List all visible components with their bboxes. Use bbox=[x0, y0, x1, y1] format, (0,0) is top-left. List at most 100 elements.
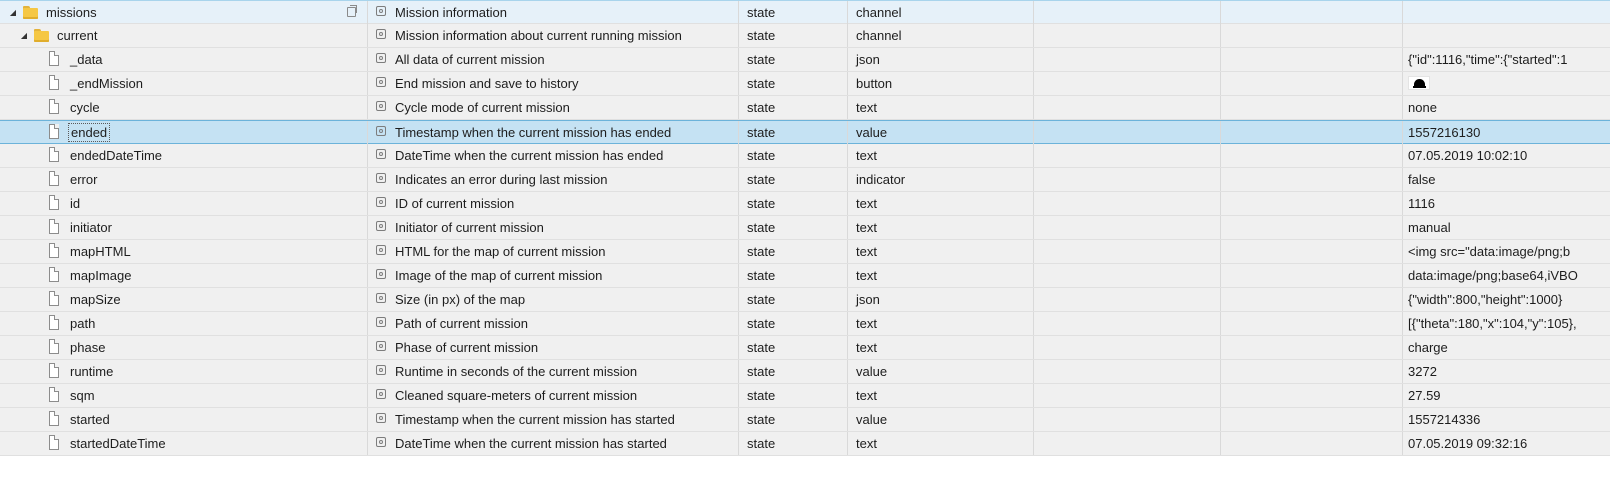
type-cell: state bbox=[739, 121, 848, 144]
info-icon bbox=[376, 293, 386, 303]
type-cell: state bbox=[739, 432, 848, 455]
name-cell: runtime bbox=[0, 360, 368, 383]
tree-row[interactable]: _data All data of current mission state jso… bbox=[0, 48, 1610, 72]
value-text: data:image/png;base64,iVBO bbox=[1408, 268, 1578, 283]
name-cell: initiator bbox=[0, 216, 368, 239]
name-cell: ended bbox=[0, 121, 368, 144]
tree-row[interactable]: phase Phase of current mission state text ch… bbox=[0, 336, 1610, 360]
type-cell: state bbox=[739, 312, 848, 335]
info-icon bbox=[376, 126, 386, 136]
value-text: {"width":800,"height":1000} bbox=[1408, 292, 1563, 307]
description-text: Phase of current mission bbox=[395, 340, 539, 355]
value-text: manual bbox=[1408, 220, 1451, 235]
tree-row[interactable]: _endMission End mission and save to histo… bbox=[0, 72, 1610, 96]
value-text: [{"theta":180,"x":104,"y":105}, bbox=[1408, 316, 1577, 331]
name-cell: mapImage bbox=[0, 264, 368, 287]
tree-row[interactable]: runtime Runtime in seconds of the current… bbox=[0, 360, 1610, 384]
room-cell bbox=[1034, 192, 1221, 215]
file-icon bbox=[49, 387, 59, 402]
room-cell bbox=[1034, 384, 1221, 407]
role-cell: channel bbox=[848, 24, 1034, 47]
tree-row[interactable]: ended Timestamp when the current mission … bbox=[0, 120, 1610, 144]
value-text: charge bbox=[1408, 340, 1448, 355]
function-cell bbox=[1221, 216, 1403, 239]
function-cell bbox=[1221, 432, 1403, 455]
description-text: Cycle mode of current mission bbox=[395, 100, 570, 115]
file-icon bbox=[49, 243, 59, 258]
tree-row[interactable]: mapImage Image of the map of current miss… bbox=[0, 264, 1610, 288]
room-cell bbox=[1034, 288, 1221, 311]
collapse-toggle-icon[interactable]: ◢ bbox=[18, 24, 30, 47]
tree-row[interactable]: started Timestamp when the current missio… bbox=[0, 408, 1610, 432]
type-cell: state bbox=[739, 384, 848, 407]
tree-row[interactable]: id ID of current mission state text 1116 bbox=[0, 192, 1610, 216]
function-cell bbox=[1221, 168, 1403, 191]
description-text: Mission information bbox=[395, 5, 507, 20]
tree-row[interactable]: endedDateTime DateTime when the current m… bbox=[0, 144, 1610, 168]
description-cell: Timestamp when the current mission has e… bbox=[368, 121, 739, 144]
role-cell: text bbox=[848, 312, 1034, 335]
room-cell bbox=[1034, 48, 1221, 71]
function-cell bbox=[1221, 240, 1403, 263]
value-cell: 07.05.2019 10:02:10 bbox=[1403, 144, 1610, 167]
description-cell: End mission and save to history bbox=[368, 72, 739, 95]
value-cell: manual bbox=[1403, 216, 1610, 239]
object-name: mapImage bbox=[70, 268, 132, 283]
tree-row[interactable]: sqm Cleaned square-meters of current miss… bbox=[0, 384, 1610, 408]
description-text: Path of current mission bbox=[395, 316, 528, 331]
object-name: id bbox=[70, 196, 81, 211]
function-cell bbox=[1221, 24, 1403, 47]
description-cell: Indicates an error during last mission bbox=[368, 168, 739, 191]
description-text: End mission and save to history bbox=[395, 76, 579, 91]
value-cell: {"width":800,"height":1000} bbox=[1403, 288, 1610, 311]
info-icon bbox=[376, 77, 386, 87]
tree-row[interactable]: error Indicates an error during last miss… bbox=[0, 168, 1610, 192]
value-text: {"id":1116,"time":{"started":1 bbox=[1408, 52, 1568, 67]
function-cell bbox=[1221, 408, 1403, 431]
description-cell: Mission information about current runnin… bbox=[368, 24, 739, 47]
info-icon bbox=[376, 221, 386, 231]
name-cell: mapSize bbox=[0, 288, 368, 311]
description-cell: Cycle mode of current mission bbox=[368, 96, 739, 119]
collapse-toggle-icon[interactable]: ◢ bbox=[7, 1, 19, 24]
value-cell: false bbox=[1403, 168, 1610, 191]
tree-row[interactable]: ◢ missions Mission information state channel bbox=[0, 0, 1610, 24]
description-cell: Timestamp when the current mission has s… bbox=[368, 408, 739, 431]
info-icon bbox=[376, 269, 386, 279]
description-text: Timestamp when the current mission has e… bbox=[395, 125, 672, 140]
info-icon bbox=[376, 341, 386, 351]
room-cell bbox=[1034, 96, 1221, 119]
function-cell bbox=[1221, 264, 1403, 287]
value-text: 1557216130 bbox=[1408, 125, 1481, 140]
tree-row[interactable]: ◢ current Mission information about curren… bbox=[0, 24, 1610, 48]
description-cell: Runtime in seconds of the current missio… bbox=[368, 360, 739, 383]
value-cell: 27.59 bbox=[1403, 384, 1610, 407]
info-icon bbox=[376, 173, 386, 183]
bell-icon bbox=[1414, 79, 1425, 86]
object-name: _endMission bbox=[70, 76, 143, 91]
end-mission-button[interactable] bbox=[1408, 76, 1430, 90]
value-cell bbox=[1403, 72, 1610, 95]
tree-row[interactable]: mapHTML HTML for the map of current missi… bbox=[0, 240, 1610, 264]
description-cell: Mission information bbox=[368, 1, 739, 24]
tree-row[interactable]: startedDateTime DateTime when the current… bbox=[0, 432, 1610, 456]
tree-row[interactable]: path Path of current mission state text [{"t… bbox=[0, 312, 1610, 336]
role-cell: text bbox=[848, 432, 1034, 455]
type-cell: state bbox=[739, 264, 848, 287]
object-name: endedDateTime bbox=[70, 148, 163, 163]
description-cell: Image of the map of current mission bbox=[368, 264, 739, 287]
file-icon bbox=[49, 363, 59, 378]
description-text: ID of current mission bbox=[395, 196, 515, 211]
role-cell: text bbox=[848, 144, 1034, 167]
role-cell: json bbox=[848, 48, 1034, 71]
name-cell: _endMission bbox=[0, 72, 368, 95]
tree-row[interactable]: initiator Initiator of current mission sta… bbox=[0, 216, 1610, 240]
type-cell: state bbox=[739, 216, 848, 239]
description-cell: DateTime when the current mission has en… bbox=[368, 144, 739, 167]
description-text: DateTime when the current mission has en… bbox=[395, 148, 664, 163]
copy-icon[interactable] bbox=[347, 5, 357, 17]
tree-row[interactable]: cycle Cycle mode of current mission state t… bbox=[0, 96, 1610, 120]
object-name: runtime bbox=[70, 364, 114, 379]
info-icon bbox=[376, 6, 386, 16]
tree-row[interactable]: mapSize Size (in px) of the map state json {… bbox=[0, 288, 1610, 312]
